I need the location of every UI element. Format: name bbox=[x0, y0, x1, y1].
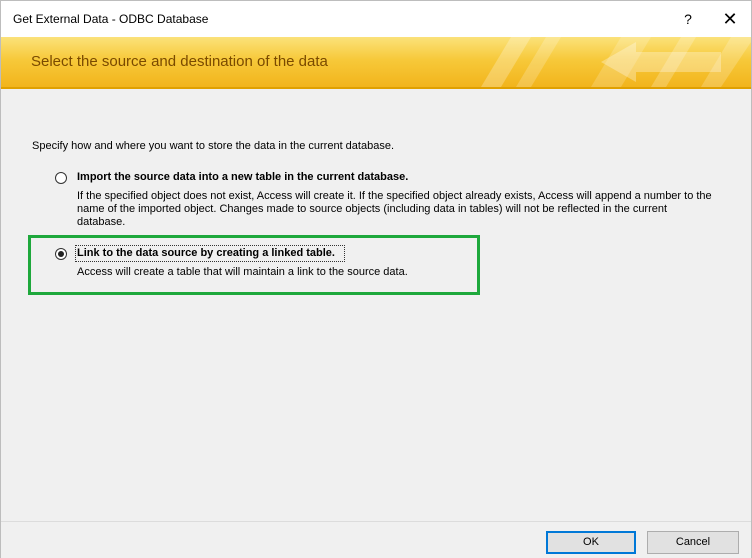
link-radio[interactable] bbox=[55, 248, 67, 260]
link-option-description: Access will create a table that will mai… bbox=[77, 266, 408, 278]
banner-arrows-decoration bbox=[481, 37, 751, 87]
wizard-content: Specify how and where you want to store … bbox=[1, 89, 751, 521]
instruction-text: Specify how and where you want to store … bbox=[32, 140, 395, 152]
import-option-description: If the specified object does not exist, … bbox=[77, 190, 712, 228]
link-option-label[interactable]: Link to the data source by creating a li… bbox=[77, 247, 335, 259]
odbc-dialog: Get External Data - ODBC Database ? ✕ Se… bbox=[0, 0, 752, 558]
import-radio[interactable] bbox=[55, 172, 67, 184]
wizard-banner: Select the source and destination of the… bbox=[1, 37, 751, 87]
ok-button[interactable]: OK bbox=[546, 531, 636, 554]
title-bar: Get External Data - ODBC Database ? ✕ bbox=[1, 1, 751, 37]
close-button[interactable]: ✕ bbox=[715, 5, 745, 33]
window-title: Get External Data - ODBC Database bbox=[13, 12, 209, 26]
banner-heading: Select the source and destination of the… bbox=[31, 53, 328, 70]
import-option-label[interactable]: Import the source data into a new table … bbox=[77, 171, 408, 183]
help-button[interactable]: ? bbox=[673, 5, 703, 33]
link-option-highlight bbox=[28, 235, 480, 295]
cancel-button[interactable]: Cancel bbox=[647, 531, 739, 554]
button-bar: OK Cancel bbox=[1, 521, 751, 558]
